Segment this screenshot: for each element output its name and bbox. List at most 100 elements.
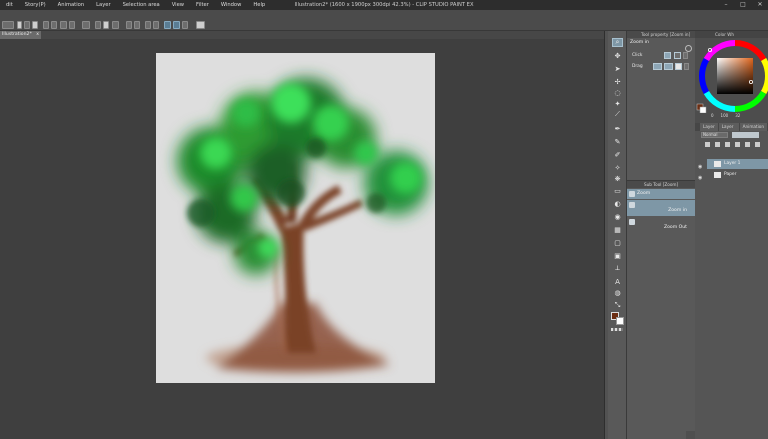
open-icon[interactable]	[24, 21, 30, 29]
drag-mode-1-icon[interactable]	[653, 63, 662, 70]
balloon-tool-icon[interactable]: ◍	[612, 288, 623, 297]
operation-tool-icon[interactable]: ➤	[612, 64, 623, 73]
deselect-icon[interactable]	[126, 21, 132, 29]
edit-icon[interactable]	[182, 21, 188, 29]
tool-palette: ⌕ ✥ ➤ ✢ ◌ ✦ ⟋ ✒ ✎ ✐ ✧ ❋ ▭ ◐ ◉ ▦ ▢ ▣ ⟂ A …	[608, 31, 627, 439]
opacity-slider[interactable]	[732, 132, 759, 138]
text-tool-icon[interactable]: A	[612, 277, 623, 286]
layer-tools-row	[695, 139, 768, 149]
reference-layer-icon[interactable]	[725, 142, 730, 147]
transform-icon[interactable]	[112, 21, 119, 29]
delete-layer-icon[interactable]	[755, 142, 760, 147]
drag-mode-3-icon[interactable]	[675, 63, 682, 70]
sub-tool-header: Sub Tool [Zoom]	[627, 181, 695, 188]
snap-grid-icon[interactable]	[153, 21, 159, 29]
tool-settings-icon[interactable]	[685, 45, 692, 52]
fill-tool-icon[interactable]: ◉	[612, 212, 623, 221]
auto-select-tool-icon[interactable]: ✦	[612, 99, 623, 108]
tab-layer[interactable]: Layer	[700, 123, 718, 131]
clip-layer-icon[interactable]	[715, 142, 720, 147]
menu-item-animation[interactable]: Animation	[52, 2, 90, 8]
document-tab-label: Illustration2*	[2, 32, 32, 37]
paste-icon[interactable]	[51, 21, 57, 29]
eyedropper-tool-icon[interactable]: ⟋	[612, 110, 623, 119]
fill-icon[interactable]	[103, 21, 109, 29]
click-zoom-in-icon[interactable]	[664, 52, 671, 59]
figure-tool-icon[interactable]: ▢	[612, 238, 623, 247]
snap-toggle-icon[interactable]	[173, 21, 180, 29]
menu-item-story-p-[interactable]: Story(P)	[19, 2, 52, 8]
layer-name: Layer 1	[724, 161, 741, 166]
frame-tool-icon[interactable]: ▣	[612, 251, 623, 260]
layer-row-layer-1[interactable]: ◉ Layer 1	[698, 159, 768, 170]
blend-tool-icon[interactable]: ◐	[612, 199, 623, 208]
menu-item-help[interactable]: Help	[247, 2, 271, 8]
drag-row: Drag	[627, 61, 695, 72]
hand-tool-icon[interactable]: ✥	[612, 51, 623, 60]
settings-icon[interactable]	[82, 21, 90, 29]
color-wheel[interactable]	[695, 38, 768, 113]
sub-tool-zoom-out[interactable]: Zoom Out	[627, 217, 695, 233]
blend-mode-row: Normal	[695, 131, 768, 139]
brush-tool-icon[interactable]: ✐	[612, 150, 623, 159]
invert-selection-icon[interactable]	[134, 21, 140, 29]
clip-studio-icon[interactable]	[196, 21, 205, 29]
close-tab-icon[interactable]: x	[36, 31, 39, 39]
zoom-out-icon	[629, 219, 635, 225]
layer-thumbnail	[714, 161, 721, 167]
minimize-button[interactable]: –	[722, 1, 730, 8]
click-zoom-out-icon[interactable]	[674, 52, 681, 59]
new-file-icon[interactable]	[17, 21, 22, 29]
navigator-tab[interactable]	[686, 431, 695, 439]
decoration-tool-icon[interactable]: ❋	[612, 174, 623, 183]
click-option-icon[interactable]	[683, 52, 688, 59]
blend-mode-select[interactable]: Normal	[701, 132, 728, 138]
menu-item-filter[interactable]: Filter	[190, 2, 215, 8]
drag-mode-2-icon[interactable]	[664, 63, 673, 70]
sub-color-swatch[interactable]	[616, 317, 624, 325]
sub-tool-zoom-in[interactable]: Zoom in	[627, 200, 695, 216]
menu-item-window[interactable]: Window	[215, 2, 247, 8]
canvas-workspace[interactable]	[0, 39, 604, 439]
hue-value: 0	[711, 113, 714, 118]
correction-tool-icon[interactable]: ⤡	[612, 301, 623, 310]
transparent-color-swatch[interactable]	[611, 328, 623, 331]
copy-icon[interactable]	[43, 21, 49, 29]
undo-icon[interactable]	[60, 21, 67, 29]
eye-icon[interactable]	[2, 21, 14, 29]
tab-animation[interactable]: Animation	[739, 123, 767, 131]
menu-item-dit[interactable]: dit	[0, 2, 19, 8]
airbrush-tool-icon[interactable]: ✧	[612, 163, 623, 172]
lasso-tool-icon[interactable]: ◌	[612, 88, 623, 97]
secondary-color-swatch[interactable]	[699, 106, 707, 113]
tool-property-header: Tool property [Zoom in]	[627, 31, 695, 38]
menu-item-view[interactable]: View	[166, 2, 190, 8]
sub-tool-zoom[interactable]: Zoom	[627, 189, 695, 199]
maximize-button[interactable]: □	[739, 1, 747, 8]
document-tab[interactable]: Illustration2* x	[0, 31, 41, 39]
pencil-tool-icon[interactable]: ✎	[612, 137, 623, 146]
paper-visibility-eye-icon[interactable]: ◉	[698, 173, 702, 183]
snap-ruler-icon[interactable]	[145, 21, 151, 29]
menu-item-layer[interactable]: Layer	[90, 2, 116, 8]
drawing-canvas[interactable]	[156, 53, 435, 383]
layer-tool-icon[interactable]	[705, 142, 710, 147]
snap-special-ruler-icon[interactable]	[164, 21, 171, 29]
tab-layer-property[interactable]: Layer Pr	[718, 123, 739, 137]
save-icon[interactable]	[32, 21, 38, 29]
pen-tool-icon[interactable]: ✒	[612, 124, 623, 133]
zoom-tool-icon[interactable]: ⌕	[612, 38, 623, 47]
mask-layer-icon[interactable]	[745, 142, 750, 147]
drag-option-icon[interactable]	[684, 63, 689, 70]
clear-icon[interactable]	[95, 21, 101, 29]
layer-row-paper[interactable]: ◉ Paper	[695, 170, 768, 183]
redo-icon[interactable]	[69, 21, 75, 29]
gradient-tool-icon[interactable]: ▦	[612, 225, 623, 234]
lock-layer-icon[interactable]	[735, 142, 740, 147]
eraser-tool-icon[interactable]: ▭	[612, 186, 623, 195]
move-layer-tool-icon[interactable]: ✢	[612, 77, 623, 86]
menu-item-selection-area[interactable]: Selection area	[117, 2, 166, 8]
ruler-tool-icon[interactable]: ⟂	[612, 264, 623, 273]
close-button[interactable]: ✕	[756, 1, 764, 8]
tool-property-palette: Tool property [Zoom in] Zoom in Click Dr…	[627, 31, 695, 180]
